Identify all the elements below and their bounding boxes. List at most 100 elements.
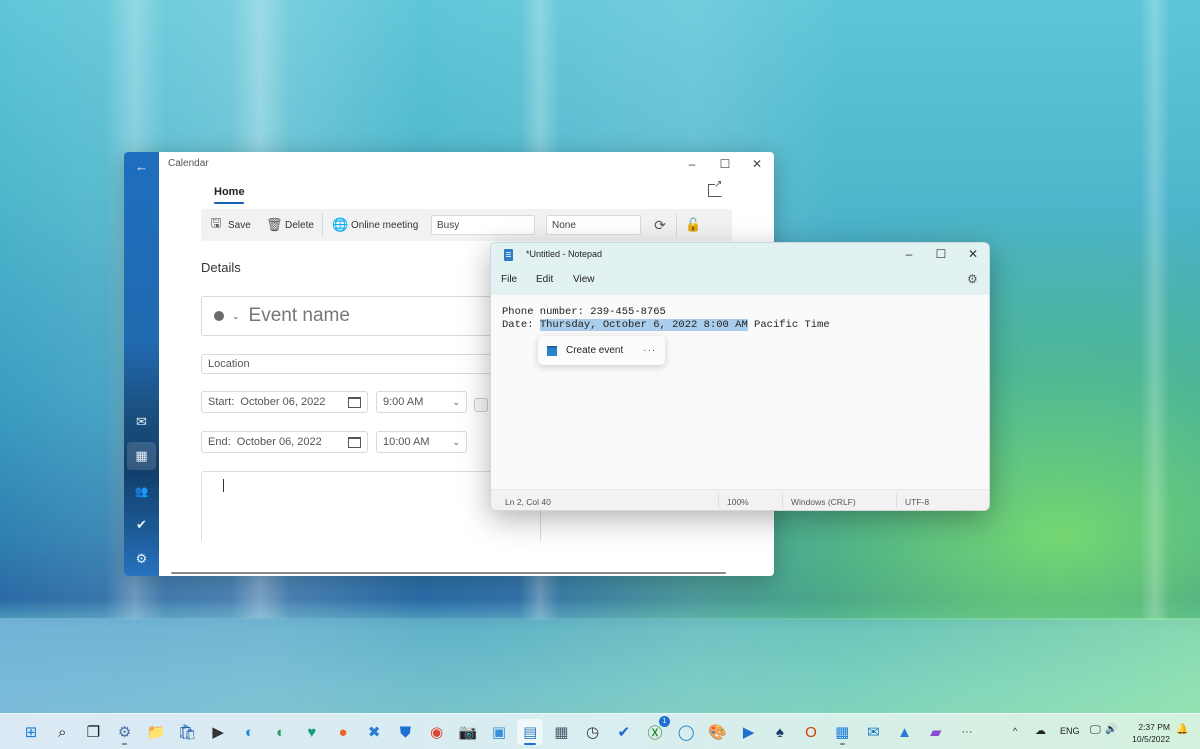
taskbar-app-notepad[interactable]: ▤: [517, 719, 544, 745]
cursor-position: Ln 2, Col 40: [505, 497, 551, 507]
minimize-button[interactable]: –: [677, 154, 707, 174]
show-as-dropdown[interactable]: Busy: [431, 215, 535, 235]
taskbar-app-start[interactable]: ⊞: [18, 719, 44, 745]
end-date-picker[interactable]: End: October 06, 2022: [201, 431, 368, 453]
start-date-picker[interactable]: Start: October 06, 2022: [201, 391, 368, 413]
start-time-dropdown[interactable]: 9:00 AM ⌄: [376, 391, 467, 413]
taskbar-app-defender[interactable]: ⛊: [392, 719, 418, 745]
horizontal-scrollbar[interactable]: [171, 572, 726, 574]
selected-date-text[interactable]: Thursday, October 6, 2022 8:00 AM: [539, 319, 748, 331]
chevron-down-icon[interactable]: ⌄: [232, 311, 240, 322]
all-day-checkbox[interactable]: [474, 398, 488, 412]
taskbar-app-paint[interactable]: 🎨: [704, 719, 730, 745]
lock-icon: 🔓: [685, 217, 702, 232]
taskbar-app-more[interactable]: ···: [954, 719, 980, 745]
taskbar-app-task-view[interactable]: ❐: [80, 719, 106, 745]
taskbar-app-clipchamp[interactable]: ▰: [923, 719, 949, 745]
running-indicator: [524, 743, 537, 745]
taskbar-app-xbox[interactable]: Ⓧ 1: [642, 716, 670, 745]
todo-check-icon: ✔: [136, 517, 147, 532]
rail-people-button[interactable]: 👥: [127, 477, 156, 505]
show-hidden-icons-button[interactable]: ^: [1013, 726, 1017, 736]
private-button[interactable]: 🔓: [685, 216, 702, 234]
menu-file[interactable]: File: [501, 274, 517, 285]
popout-icon[interactable]: [708, 179, 722, 197]
onedrive-icon[interactable]: ☁: [1035, 724, 1046, 737]
taskbar-app-chrome[interactable]: ◉: [424, 719, 450, 745]
menu-view[interactable]: View: [573, 274, 595, 285]
calendar-icon: ▦: [835, 724, 850, 741]
volume-icon[interactable]: 🔊: [1105, 724, 1117, 735]
text-line-phone: Phone number: 239-455-8765: [502, 306, 666, 318]
close-button[interactable]: ✕: [958, 244, 988, 264]
back-button[interactable]: ←: [127, 152, 156, 180]
rail-mail-button[interactable]: ✉: [127, 408, 156, 436]
save-button[interactable]: 🖫 Save: [209, 215, 250, 234]
notification-bell-icon[interactable]: 🔔: [1176, 724, 1188, 735]
taskbar-app-solitaire[interactable]: ♠: [767, 719, 793, 745]
chrome-icon: ◉: [430, 724, 444, 741]
minimize-icon: –: [905, 247, 913, 261]
taskbar-app-calendar[interactable]: ▦: [829, 719, 855, 745]
taskbar-app-edge-canary[interactable]: ◐: [268, 719, 294, 745]
photos-legacy-icon: ▣: [491, 724, 507, 741]
event-name-input[interactable]: ⌄ Event name: [201, 296, 501, 336]
location-input[interactable]: Location: [201, 354, 501, 374]
minimize-button[interactable]: –: [894, 244, 924, 264]
start-icon: ⊞: [24, 724, 38, 741]
taskbar-app-photos[interactable]: ▲: [892, 719, 918, 745]
maximize-button[interactable]: ☐: [926, 244, 956, 264]
taskbar-app-calculator[interactable]: ▦: [548, 719, 574, 745]
taskbar-app-media-player[interactable]: ▶: [736, 719, 762, 745]
taskbar-app-camera[interactable]: 📷: [455, 719, 481, 745]
taskbar-app-todo[interactable]: ✔: [611, 719, 637, 745]
language-indicator[interactable]: ENG: [1060, 726, 1080, 736]
repeat-button[interactable]: ⟳: [653, 216, 667, 234]
online-meeting-button[interactable]: 🌐 Online meeting: [332, 216, 418, 234]
network-icon[interactable]: 🖵: [1090, 724, 1101, 737]
taskbar-app-store[interactable]: 🛍: [174, 719, 200, 745]
rail-todo-button[interactable]: ✔: [127, 511, 156, 539]
taskbar-app-mail[interactable]: ✉: [860, 719, 886, 745]
event-name-placeholder: Event name: [248, 305, 350, 326]
maximize-button[interactable]: ☐: [710, 154, 740, 174]
toolbar-divider: [676, 213, 677, 237]
location-placeholder: Location: [208, 358, 250, 370]
taskbar-app-firefox[interactable]: ●: [330, 719, 356, 745]
maximize-icon: ☐: [719, 157, 731, 171]
rail-calendar-button[interactable]: ▦: [127, 442, 156, 470]
edge-icon: ◐: [244, 723, 254, 741]
encoding: UTF-8: [905, 497, 930, 507]
taskbar-app-health[interactable]: ♥: [299, 719, 325, 745]
globe-icon: 🌐: [332, 217, 349, 232]
delete-button[interactable]: 🗑 Delete: [266, 216, 314, 234]
end-time-dropdown[interactable]: 10:00 AM ⌄: [376, 431, 467, 453]
taskbar-app-edge[interactable]: ◐: [236, 719, 262, 745]
taskbar-app-settings[interactable]: ⚙: [112, 719, 138, 745]
taskbar-app-photos-legacy[interactable]: ▣: [486, 719, 512, 745]
repeat-icon: ⟳: [654, 216, 666, 233]
notepad-text-area[interactable]: Phone number: 239-455-8765 Date: Thursda…: [502, 306, 830, 332]
taskbar-app-clock[interactable]: ◷: [580, 719, 606, 745]
notepad-app-icon: [504, 249, 513, 261]
clock-time: 2:37 PM: [1138, 722, 1170, 732]
create-event-button[interactable]: Create event: [566, 345, 623, 356]
taskbar-app-app-x[interactable]: ✖: [361, 719, 387, 745]
taskbar-app-file-explorer[interactable]: 📁: [143, 719, 169, 745]
rail-settings-button[interactable]: ⚙: [127, 545, 156, 573]
taskbar-app-search[interactable]: ⌕: [49, 719, 75, 745]
tab-home[interactable]: Home: [214, 186, 245, 198]
taskbar-app-tips[interactable]: ◯: [673, 719, 699, 745]
taskbar-app-terminal[interactable]: ▶: [205, 719, 231, 745]
reminder-dropdown[interactable]: None: [546, 215, 641, 235]
taskbar-app-office[interactable]: O: [798, 719, 824, 745]
close-button[interactable]: ✕: [742, 154, 772, 174]
settings-gear-icon[interactable]: ⚙: [967, 272, 978, 286]
calendar-color-dot[interactable]: [214, 311, 224, 321]
close-icon: ✕: [967, 247, 979, 261]
chevron-down-icon: ⌄: [452, 436, 460, 447]
more-options-button[interactable]: ···: [643, 345, 656, 356]
notepad-title: *Untitled - Notepad: [526, 249, 603, 259]
menu-edit[interactable]: Edit: [536, 274, 553, 285]
clock[interactable]: 2:37 PM 10/5/2022: [1120, 721, 1170, 745]
